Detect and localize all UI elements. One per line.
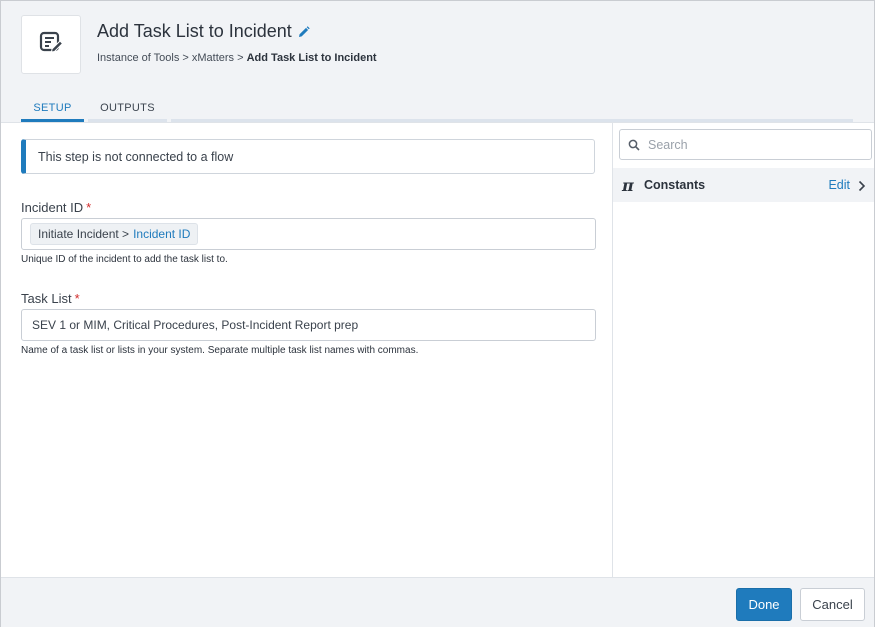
task-list-field[interactable]: SEV 1 or MIM, Critical Procedures, Post-…	[21, 309, 596, 341]
breadcrumb-path: Instance of Tools > xMatters >	[97, 52, 247, 64]
page-title: Add Task List to Incident	[97, 21, 310, 42]
chevron-right-icon[interactable]	[858, 179, 866, 197]
pencil-icon[interactable]	[298, 25, 310, 38]
title-text: Add Task List to Incident	[97, 21, 292, 41]
incident-id-label: Incident ID *	[21, 200, 91, 215]
breadcrumb-current: Add Task List to Incident	[246, 52, 377, 64]
token-value: Incident ID	[133, 227, 191, 241]
step-icon-box	[21, 15, 81, 74]
pi-icon: π	[622, 175, 634, 195]
dialog-footer: Done Cancel	[1, 577, 874, 627]
breadcrumb: Instance of Tools > xMatters > Add Task …	[97, 52, 377, 64]
step-dialog: Add Task List to Incident Instance of To…	[0, 0, 875, 627]
tab-setup[interactable]: SETUP	[21, 93, 84, 122]
tab-bar-rule	[171, 119, 853, 122]
incident-id-label-text: Incident ID	[21, 200, 84, 215]
tab-outputs[interactable]: OUTPUTS	[88, 93, 167, 122]
constants-row[interactable]: π Constants Edit	[613, 168, 874, 202]
task-list-value: SEV 1 or MIM, Critical Procedures, Post-…	[32, 318, 359, 332]
dialog-header: Add Task List to Incident Instance of To…	[1, 1, 874, 123]
sidebar: Search π Constants Edit	[613, 123, 874, 577]
tab-outputs-underline	[88, 119, 167, 122]
search-input[interactable]: Search	[619, 129, 872, 160]
task-list-help: Name of a task list or lists in your sys…	[21, 345, 419, 356]
constants-label: Constants	[644, 178, 706, 192]
incident-id-help: Unique ID of the incident to add the tas…	[21, 254, 228, 265]
tab-setup-underline	[21, 119, 84, 122]
done-button[interactable]: Done	[736, 588, 792, 621]
incident-id-token[interactable]: Initiate Incident > Incident ID	[30, 223, 199, 245]
not-connected-notice: This step is not connected to a flow	[21, 139, 595, 174]
incident-id-field[interactable]: Initiate Incident > Incident ID	[21, 218, 596, 250]
required-asterisk: *	[74, 291, 80, 306]
cancel-button[interactable]: Cancel	[800, 588, 865, 621]
edit-document-icon	[38, 29, 64, 60]
task-list-label: Task List *	[21, 291, 80, 306]
task-list-label-text: Task List	[21, 291, 72, 306]
required-asterisk: *	[86, 200, 92, 215]
setup-form: This step is not connected to a flow Inc…	[1, 123, 613, 577]
search-placeholder: Search	[648, 137, 688, 152]
search-icon	[628, 139, 640, 151]
constants-edit-link[interactable]: Edit	[828, 178, 850, 192]
tab-bar: SETUP OUTPUTS	[21, 93, 853, 122]
token-prefix: Initiate Incident >	[38, 227, 130, 241]
